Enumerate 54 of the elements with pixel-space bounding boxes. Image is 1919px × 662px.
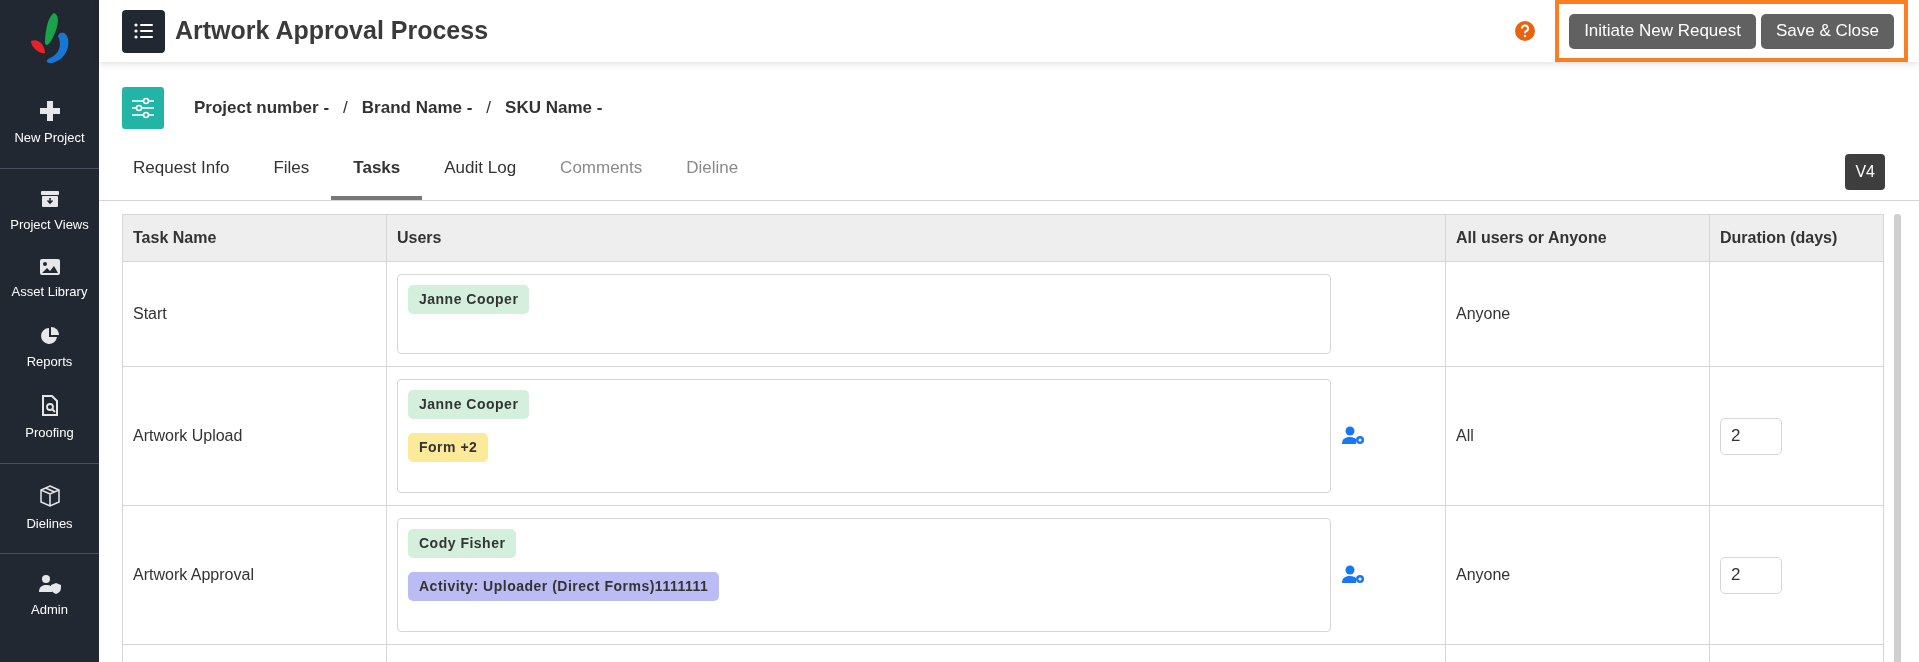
menu-button[interactable] <box>122 9 165 53</box>
user-tag: Form +2 <box>408 433 489 462</box>
user-shield-icon <box>37 574 62 594</box>
user-tag: Cody Fisher <box>408 529 517 558</box>
breadcrumb-separator: / <box>343 97 348 120</box>
user-gear-icon[interactable] <box>1342 426 1366 446</box>
task-name-cell: Artwork Approval <box>122 505 387 645</box>
sidebar-nav-item[interactable]: Reports <box>0 325 99 371</box>
tab[interactable]: Tasks <box>331 154 423 200</box>
scrollbar[interactable] <box>1894 214 1901 662</box>
tab[interactable]: Request Info <box>111 154 252 200</box>
help-icon[interactable] <box>1515 21 1536 41</box>
assignment-mode-cell: Anyone <box>1445 505 1710 645</box>
sidebar-nav-item[interactable]: Asset Library <box>0 258 99 302</box>
column-header: All users or Anyone <box>1445 214 1710 262</box>
tab[interactable]: Audit Log <box>422 154 539 200</box>
column-header: Duration (days) <box>1709 214 1884 262</box>
sidebar-nav-item[interactable]: Admin <box>0 574 99 620</box>
users-box[interactable]: Janne Cooper Form +2 <box>397 379 1331 493</box>
page-title: Artwork Approval Process <box>175 15 489 47</box>
box-icon <box>37 483 62 508</box>
sidebar-nav-item[interactable]: Proofing <box>0 395 99 443</box>
sliders-icon <box>131 97 155 119</box>
column-header: Users <box>386 214 1446 262</box>
breadcrumb-item: Brand Name - <box>361 97 473 120</box>
pie-chart-icon <box>39 325 60 346</box>
user-tag: Activity: Uploader (Direct Forms)1111111 <box>408 572 720 601</box>
assignment-mode-cell: All <box>1445 366 1710 506</box>
duration-input[interactable]: 2 <box>1720 556 1782 594</box>
user-tag: Janne Cooper <box>408 285 530 314</box>
users-box[interactable]: Cody Fisher Activity: Uploader (Direct Forms)1111111 <box>397 518 1331 632</box>
user-tag: Janne Cooper <box>408 390 530 419</box>
breadcrumb-item: Project number - <box>194 97 330 120</box>
sidebar-nav-item[interactable]: New Project <box>0 100 99 148</box>
sidebar-nav-item[interactable]: Dielines <box>0 483 99 533</box>
image-icon <box>38 258 61 276</box>
version-badge: V4 <box>1845 154 1885 190</box>
duration-input[interactable]: 2 <box>1720 417 1782 455</box>
plus-icon <box>38 100 61 122</box>
archive-icon <box>39 188 60 209</box>
task-name-cell: Start <box>122 261 387 367</box>
breadcrumb-separator: / <box>486 97 492 120</box>
header-action-button[interactable]: Save & Close <box>1761 13 1894 49</box>
sidebar-nav-item[interactable]: Project Views <box>0 188 99 234</box>
document-search-icon <box>40 395 59 417</box>
user-gear-icon[interactable] <box>1342 565 1366 585</box>
menu-icon <box>133 23 154 39</box>
task-name-cell: Artwork Upload <box>122 366 387 506</box>
header-action-button[interactable]: Initiate New Request <box>1569 13 1756 49</box>
users-box[interactable]: Janne Cooper <box>397 274 1331 354</box>
assignment-mode-cell: Anyone <box>1445 261 1710 367</box>
breadcrumb-item: SKU Name - <box>505 97 603 120</box>
column-header: Task Name <box>122 214 387 262</box>
tab[interactable]: Files <box>251 154 332 200</box>
